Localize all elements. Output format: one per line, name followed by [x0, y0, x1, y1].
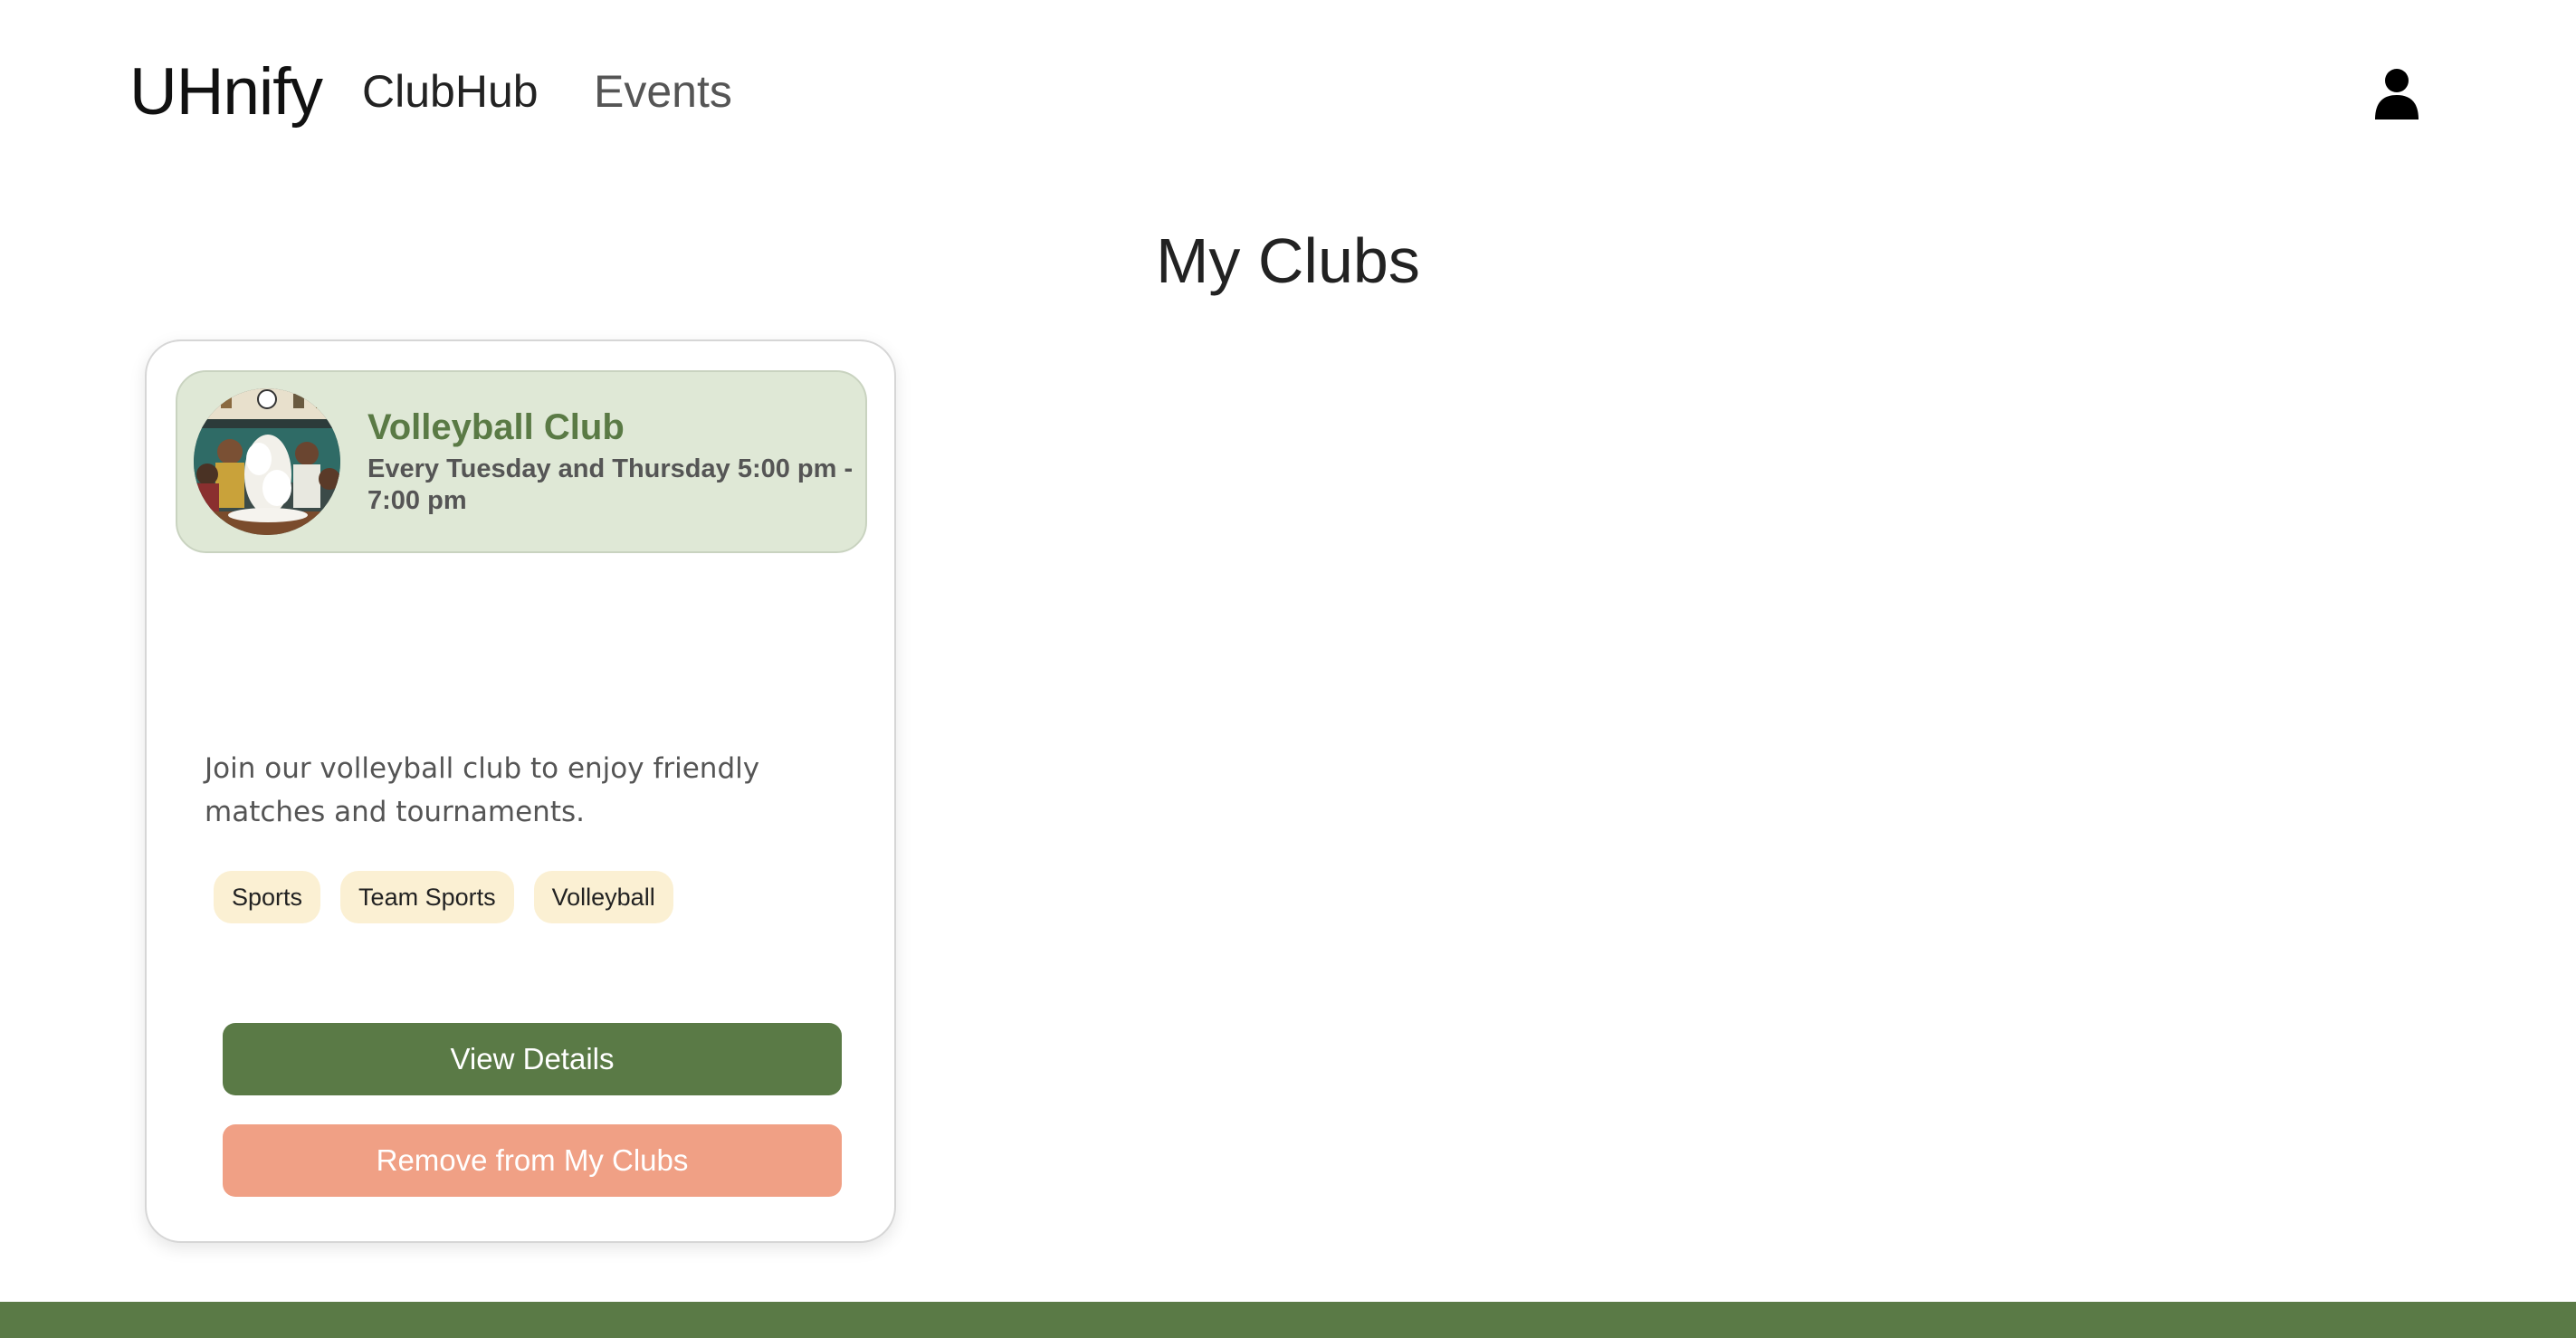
brand-logo[interactable]: UHnify	[129, 49, 323, 136]
club-name: Volleyball Club	[367, 407, 625, 447]
club-logo-image	[194, 388, 340, 535]
tag-volleyball: Volleyball	[533, 871, 673, 923]
tag-sports: Sports	[214, 871, 321, 923]
user-icon[interactable]	[2373, 67, 2420, 119]
footer-bar	[0, 1302, 2576, 1338]
club-tags: Sports Team Sports Volleyball	[214, 871, 673, 923]
club-description: Join our volleyball club to enjoy friend…	[205, 752, 760, 828]
view-details-button[interactable]: View Details	[223, 1023, 842, 1095]
nav-link-events[interactable]: Events	[594, 60, 732, 123]
page-title: My Clubs	[1156, 225, 1420, 296]
tag-team-sports: Team Sports	[340, 871, 514, 923]
club-schedule: Every Tuesday and Thursday 5:00 pm - 7:0…	[367, 454, 854, 515]
remove-from-my-clubs-button[interactable]: Remove from My Clubs	[223, 1124, 842, 1197]
club-card-header: Volleyball Club Every Tuesday and Thursd…	[176, 370, 867, 553]
club-card: Volleyball Club Every Tuesday and Thursd…	[145, 339, 896, 1243]
nav-link-clubhub[interactable]: ClubHub	[362, 60, 539, 123]
top-navbar: UHnify ClubHub Events	[0, 0, 2576, 181]
